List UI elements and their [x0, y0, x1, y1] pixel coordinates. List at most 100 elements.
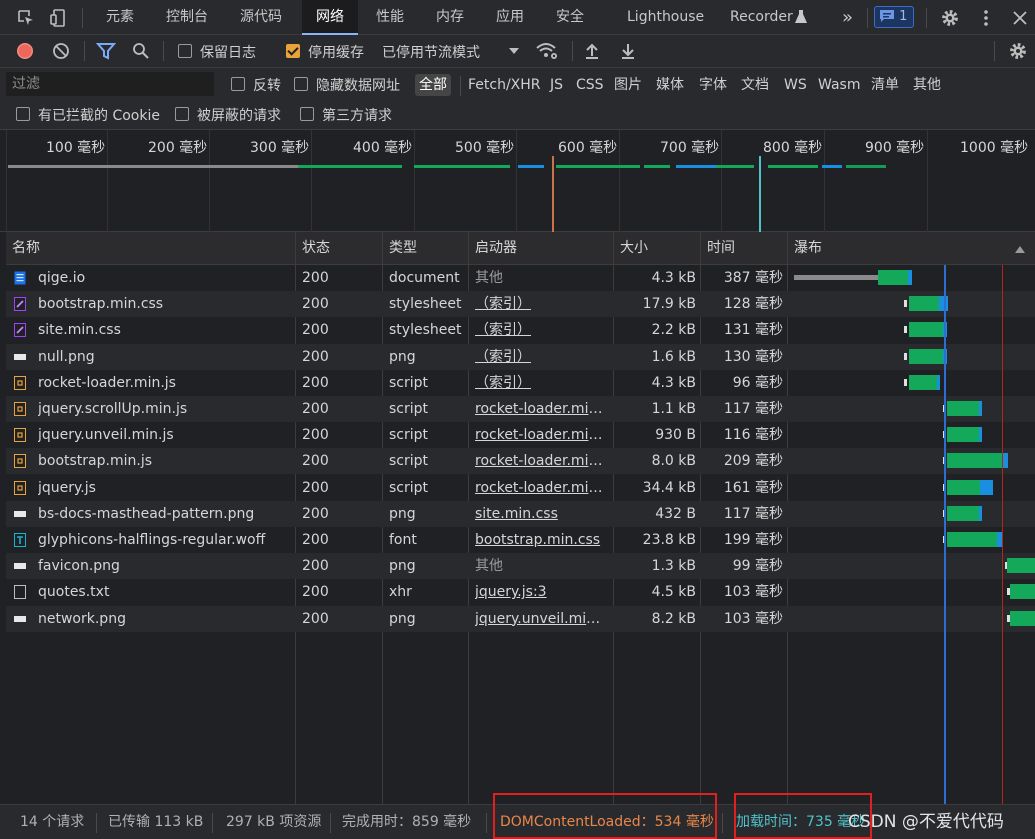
inspect-element-icon[interactable]: [16, 8, 36, 28]
request-size: 4.3 kB: [651, 374, 696, 391]
column-header-type[interactable]: 类型: [383, 232, 469, 265]
invert-checkbox[interactable]: [231, 77, 245, 91]
more-tabs-icon[interactable]: »: [842, 0, 853, 35]
request-initiator[interactable]: （索引）: [475, 344, 609, 370]
request-status: 200: [302, 558, 329, 575]
table-row[interactable]: quotes.txt 200 xhr jquery.js:3 4.5 kB 103 毫秒: [6, 579, 1035, 605]
tab-performance[interactable]: 性能: [376, 0, 404, 35]
waterfall-waiting-bar: [909, 374, 937, 390]
tab-recorder[interactable]: Recorder: [730, 0, 793, 35]
table-row[interactable]: bootstrap.min.js 200 script rocket-loader.m…: [6, 448, 1035, 475]
table-row[interactable]: network.png 200 png jquery.unveil.min.js 8.2…: [6, 605, 1035, 632]
waterfall-download-bar: [979, 427, 982, 443]
tab-network[interactable]: 网络: [302, 0, 358, 35]
table-row[interactable]: jquery.scrollUp.min.js 200 script rocket-lo…: [6, 396, 1035, 422]
tab-elements[interactable]: 元素: [106, 0, 134, 35]
blocked-requests-checkbox[interactable]: [175, 107, 189, 121]
type-filter-doc[interactable]: 文档: [741, 74, 769, 96]
type-filter-other[interactable]: 其他: [913, 74, 941, 96]
column-header-name[interactable]: 名称: [6, 232, 296, 265]
request-initiator[interactable]: jquery.js:3: [475, 579, 609, 605]
network-overview[interactable]: 100 毫秒 200 毫秒 300 毫秒 400 毫秒 500 毫秒 600 毫…: [0, 130, 1035, 232]
request-time: 387 毫秒: [723, 270, 783, 286]
column-header-time[interactable]: 时间: [701, 232, 788, 265]
waterfall-waiting-bar: [947, 532, 997, 547]
table-row[interactable]: rocket-loader.min.js 200 script （索引） 4.3 kB 9…: [6, 370, 1035, 396]
hide-data-urls-checkbox[interactable]: [294, 77, 308, 91]
type-filter-js[interactable]: JS: [550, 74, 563, 96]
divider: [82, 8, 83, 28]
close-icon[interactable]: [1010, 8, 1030, 28]
table-row[interactable]: site.min.css 200 stylesheet （索引） 2.2 kB 131 毫…: [6, 317, 1035, 343]
request-type: png: [389, 558, 416, 575]
request-initiator[interactable]: rocket-loader.min.js: [475, 448, 609, 474]
column-header-waterfall[interactable]: 瀑布: [788, 232, 1035, 265]
filter-icon[interactable]: [96, 42, 116, 60]
request-initiator[interactable]: （索引）: [475, 370, 609, 396]
request-initiator[interactable]: rocket-loader.min.js: [475, 475, 609, 501]
tab-security[interactable]: 安全: [556, 0, 584, 35]
request-initiator[interactable]: bootstrap.min.css: [475, 527, 609, 553]
type-filter-fetch-xhr[interactable]: Fetch/XHR: [468, 74, 541, 96]
request-initiator[interactable]: jquery.unveil.min.js: [475, 606, 609, 632]
gear-icon[interactable]: [940, 8, 960, 28]
filter-input[interactable]: [6, 72, 214, 96]
divider: [486, 813, 487, 833]
request-status: 200: [302, 270, 329, 286]
chevron-down-icon[interactable]: [508, 46, 520, 56]
third-party-checkbox[interactable]: [300, 107, 314, 121]
waterfall-waiting-bar: [947, 479, 980, 495]
type-filter-img[interactable]: 图片: [614, 74, 642, 96]
type-filter-all[interactable]: 全部: [415, 74, 451, 96]
request-name: site.min.css: [38, 322, 121, 339]
script-icon: [14, 375, 26, 390]
record-icon[interactable]: [16, 42, 34, 60]
image-icon: [14, 350, 26, 364]
network-settings-gear-icon[interactable]: [1008, 41, 1028, 61]
request-initiator[interactable]: rocket-loader.min.js: [475, 422, 609, 448]
request-initiator[interactable]: site.min.css: [475, 501, 609, 527]
type-filter-font[interactable]: 字体: [699, 74, 727, 96]
wifi-settings-icon[interactable]: [535, 41, 559, 61]
request-initiator[interactable]: （索引）: [475, 291, 609, 317]
preserve-log-label: 保留日志: [200, 45, 256, 61]
tab-application[interactable]: 应用: [496, 0, 524, 35]
throttling-select[interactable]: 已停用节流模式: [382, 42, 480, 62]
blocked-cookies-checkbox[interactable]: [16, 107, 30, 121]
waterfall-download-bar: [979, 401, 982, 416]
issues-button[interactable]: 1: [874, 6, 915, 28]
table-row[interactable]: qige.io 200 document 其他 4.3 kB 387 毫秒: [6, 265, 1035, 291]
device-toolbar-icon[interactable]: [48, 8, 68, 28]
table-row[interactable]: null.png 200 png （索引） 1.6 kB 130 毫秒: [6, 343, 1035, 370]
preserve-log-checkbox[interactable]: [178, 44, 192, 58]
disable-cache-checkbox[interactable]: [286, 44, 300, 58]
column-header-status[interactable]: 状态: [296, 232, 383, 265]
import-har-icon[interactable]: [584, 42, 600, 60]
clear-icon[interactable]: [52, 42, 70, 60]
sort-ascending-icon[interactable]: [1014, 244, 1026, 254]
table-row[interactable]: glyphicons-halflings-regular.woff 200 font…: [6, 527, 1035, 553]
type-filter-ws[interactable]: WS: [784, 74, 807, 96]
column-header-size[interactable]: 大小: [614, 232, 701, 265]
table-row[interactable]: jquery.unveil.min.js 200 script rocket-load…: [6, 422, 1035, 448]
table-row[interactable]: favicon.png 200 png 其他 1.3 kB 99 毫秒: [6, 553, 1035, 580]
tab-lighthouse[interactable]: Lighthouse: [627, 0, 704, 35]
tab-console[interactable]: 控制台: [166, 0, 208, 35]
table-row[interactable]: bootstrap.min.css 200 stylesheet （索引） 17.9 k…: [6, 291, 1035, 318]
request-initiator[interactable]: （索引）: [475, 317, 609, 343]
table-row[interactable]: jquery.js 200 script rocket-loader.min.js 34…: [6, 475, 1035, 501]
type-filter-css[interactable]: CSS: [576, 74, 604, 96]
request-initiator[interactable]: rocket-loader.min.js: [475, 396, 609, 422]
waterfall-waiting-bar: [1010, 584, 1035, 600]
tab-sources[interactable]: 源代码: [240, 0, 282, 35]
type-filter-manifest[interactable]: 清单: [871, 74, 899, 96]
type-filter-media[interactable]: 媒体: [656, 74, 684, 96]
search-icon[interactable]: [132, 42, 150, 60]
export-har-icon[interactable]: [620, 42, 636, 60]
more-options-icon[interactable]: [976, 8, 996, 28]
table-row[interactable]: bs-docs-masthead-pattern.png 200 png site.m…: [6, 500, 1035, 527]
type-filter-wasm[interactable]: Wasm: [818, 74, 860, 96]
tab-memory[interactable]: 内存: [436, 0, 464, 35]
overview-bar: [676, 165, 716, 168]
column-header-initiator[interactable]: 启动器: [469, 232, 614, 265]
